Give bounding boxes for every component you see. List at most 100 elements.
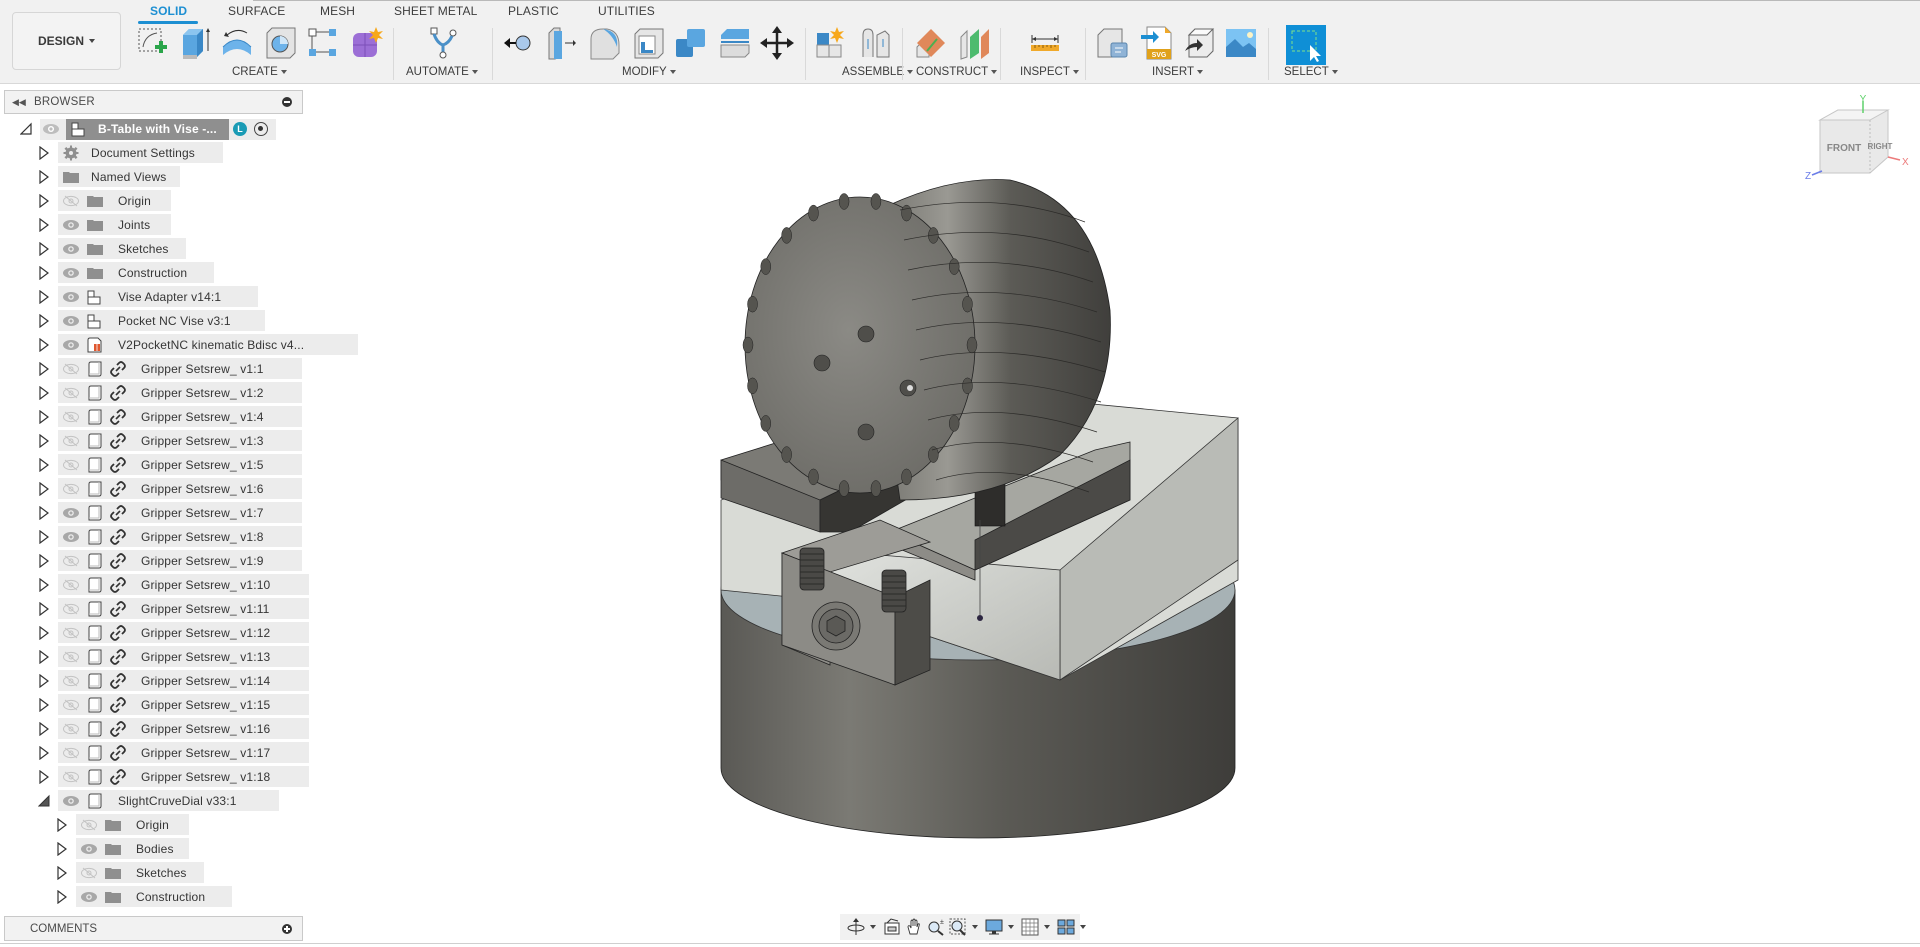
construct-menu[interactable]: CONSTRUCT xyxy=(916,66,998,78)
collapsed-triangle-icon[interactable] xyxy=(38,505,50,521)
chevron-down-icon[interactable] xyxy=(1044,925,1050,929)
browser-tree-item[interactable]: Construction xyxy=(0,262,310,284)
collapsed-triangle-icon[interactable] xyxy=(38,745,50,761)
hidden-eye-icon[interactable] xyxy=(62,435,80,447)
tree-item-label[interactable]: Sketches xyxy=(136,866,187,880)
browser-tree-item[interactable]: Gripper Setsrew_ v1:6 xyxy=(0,478,310,500)
browser-tree-item[interactable]: Origin xyxy=(0,190,310,212)
collapsed-triangle-icon[interactable] xyxy=(38,433,50,449)
browser-tree-item[interactable]: Gripper Setsrew_ v1:9 xyxy=(0,550,310,572)
root-label[interactable]: B-Table with Vise -... xyxy=(98,122,217,136)
tree-item-label[interactable]: Origin xyxy=(118,194,151,208)
hidden-eye-icon[interactable] xyxy=(62,459,80,471)
browser-root-node[interactable]: B-Table with Vise -... L xyxy=(0,118,310,140)
zoom-button[interactable]: ± xyxy=(926,916,946,938)
hidden-eye-icon[interactable] xyxy=(62,363,80,375)
visibility-eye-icon[interactable] xyxy=(62,507,80,519)
select-menu[interactable]: SELECT xyxy=(1284,66,1338,78)
chevron-down-icon[interactable] xyxy=(870,925,876,929)
browser-tree-item[interactable]: Bodies xyxy=(0,838,310,860)
collapsed-triangle-icon[interactable] xyxy=(38,217,50,233)
browser-tree-item[interactable]: Gripper Setsrew_ v1:14 xyxy=(0,670,310,692)
shell-button[interactable] xyxy=(630,24,668,62)
collapsed-triangle-icon[interactable] xyxy=(38,193,50,209)
hidden-eye-icon[interactable] xyxy=(62,411,80,423)
collapsed-triangle-icon[interactable] xyxy=(38,241,50,257)
insert-derive-button[interactable] xyxy=(1094,24,1132,62)
browser-tree-item[interactable]: Named Views xyxy=(0,166,310,188)
collapsed-triangle-icon[interactable] xyxy=(38,313,50,329)
collapsed-triangle-icon[interactable] xyxy=(38,529,50,545)
joint-button[interactable] xyxy=(856,24,894,62)
collapsed-triangle-icon[interactable] xyxy=(38,577,50,593)
collapsed-triangle-icon[interactable] xyxy=(38,169,50,185)
fillet-button[interactable] xyxy=(586,24,624,62)
pan-button[interactable] xyxy=(904,916,924,938)
browser-tree-item[interactable]: Origin xyxy=(0,814,310,836)
tree-item-label[interactable]: Gripper Setsrew_ v1:12 xyxy=(141,626,270,640)
tree-item-label[interactable]: Gripper Setsrew_ v1:18 xyxy=(141,770,270,784)
split-body-button[interactable] xyxy=(716,24,754,62)
lock-badge[interactable]: L xyxy=(233,122,247,136)
tree-item-label[interactable]: Pocket NC Vise v3:1 xyxy=(118,314,231,328)
hidden-eye-icon[interactable] xyxy=(62,483,80,495)
tree-item-label[interactable]: Gripper Setsrew_ v1:7 xyxy=(141,506,264,520)
model-viewport[interactable] xyxy=(700,160,1260,880)
tree-item-label[interactable]: Gripper Setsrew_ v1:17 xyxy=(141,746,270,760)
collapse-browser-icon[interactable]: ◀◀ xyxy=(12,97,28,108)
browser-tree-item[interactable]: Gripper Setsrew_ v1:11 xyxy=(0,598,310,620)
hidden-eye-icon[interactable] xyxy=(62,555,80,567)
collapsed-triangle-icon[interactable] xyxy=(38,553,50,569)
browser-tree-item[interactable]: Document Settings xyxy=(0,142,310,164)
browser-tree-item[interactable]: Joints xyxy=(0,214,310,236)
expanded-triangle-icon[interactable] xyxy=(19,122,32,136)
collapsed-triangle-icon[interactable] xyxy=(56,889,68,905)
browser-tree-item[interactable]: Gripper Setsrew_ v1:5 xyxy=(0,454,310,476)
browser-tree-item[interactable]: V2PocketNC kinematic Bdisc v4... xyxy=(0,334,359,356)
modify-menu[interactable]: MODIFY xyxy=(622,66,676,78)
tree-item-label[interactable]: Gripper Setsrew_ v1:3 xyxy=(141,434,264,448)
browser-tree-item[interactable]: Gripper Setsrew_ v1:17 xyxy=(0,742,310,764)
browser-tree-item[interactable]: Gripper Setsrew_ v1:4 xyxy=(0,406,310,428)
collapsed-triangle-icon[interactable] xyxy=(56,865,68,881)
tree-item-label[interactable]: Vise Adapter v14:1 xyxy=(118,290,221,304)
tab-sheet-metal[interactable]: SHEET METAL xyxy=(394,4,477,18)
hidden-eye-icon[interactable] xyxy=(62,699,80,711)
hidden-eye-icon[interactable] xyxy=(62,627,80,639)
tree-item-label[interactable]: Gripper Setsrew_ v1:8 xyxy=(141,530,264,544)
minimize-browser-icon[interactable] xyxy=(282,97,292,107)
tree-item-label[interactable]: Gripper Setsrew_ v1:9 xyxy=(141,554,264,568)
collapsed-triangle-icon[interactable] xyxy=(38,337,50,353)
tree-item-label[interactable]: Gripper Setsrew_ v1:10 xyxy=(141,578,270,592)
chevron-down-icon[interactable] xyxy=(1080,925,1086,929)
automate-menu[interactable]: AUTOMATE xyxy=(406,66,478,78)
insert-mesh-button[interactable] xyxy=(1180,24,1218,62)
create-menu[interactable]: CREATE xyxy=(232,66,287,78)
view-cube-right[interactable]: RIGHT xyxy=(1868,142,1893,151)
tree-item-label[interactable]: Construction xyxy=(136,890,205,904)
chevron-down-icon[interactable] xyxy=(972,925,978,929)
create-sketch-button[interactable] xyxy=(134,24,172,62)
hidden-eye-icon[interactable] xyxy=(62,603,80,615)
tree-item-label[interactable]: Gripper Setsrew_ v1:11 xyxy=(141,602,269,616)
collapsed-triangle-icon[interactable] xyxy=(38,625,50,641)
browser-tree-item[interactable]: Sketches xyxy=(0,238,310,260)
hidden-eye-icon[interactable] xyxy=(62,387,80,399)
browser-tree-item[interactable]: Gripper Setsrew_ v1:8 xyxy=(0,526,310,548)
browser-tree-item[interactable]: Gripper Setsrew_ v1:13 xyxy=(0,646,310,668)
hidden-eye-icon[interactable] xyxy=(80,867,98,879)
create-form-button[interactable] xyxy=(348,24,386,62)
look-at-button[interactable] xyxy=(882,916,902,938)
hidden-eye-icon[interactable] xyxy=(62,651,80,663)
hidden-eye-icon[interactable] xyxy=(62,771,80,783)
visibility-eye-icon[interactable] xyxy=(62,315,80,327)
tree-item-label[interactable]: Gripper Setsrew_ v1:6 xyxy=(141,482,264,496)
workspace-switcher[interactable]: DESIGN xyxy=(12,12,121,70)
tree-item-label[interactable]: Named Views xyxy=(91,170,166,184)
view-cube-front[interactable]: FRONT xyxy=(1827,143,1861,154)
tree-item-label[interactable]: Document Settings xyxy=(91,146,195,160)
visibility-eye-icon[interactable] xyxy=(62,243,80,255)
tree-item-label[interactable]: Gripper Setsrew_ v1:15 xyxy=(141,698,270,712)
collapsed-triangle-icon[interactable] xyxy=(38,697,50,713)
browser-tree-item[interactable]: Gripper Setsrew_ v1:10 xyxy=(0,574,310,596)
